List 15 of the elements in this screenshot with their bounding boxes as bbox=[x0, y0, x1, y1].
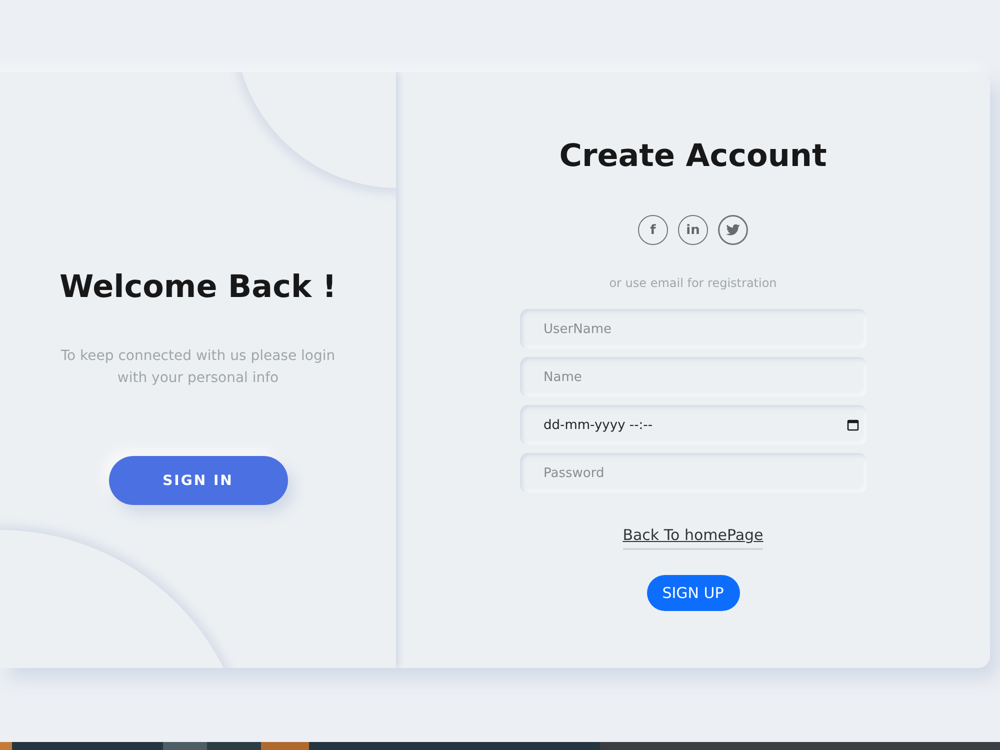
bird-icon[interactable] bbox=[718, 215, 748, 245]
sign-up-button[interactable]: SIGN UP bbox=[646, 575, 740, 611]
text-field[interactable]: Name bbox=[520, 357, 866, 397]
welcome-title: Welcome Back ! bbox=[59, 268, 336, 306]
date-time-field[interactable]: dd-mm-yyyy --:-- bbox=[520, 405, 866, 445]
text-field[interactable]: UserName bbox=[520, 309, 866, 349]
calendar-icon[interactable] bbox=[846, 419, 858, 431]
password-field[interactable]: Password bbox=[520, 453, 866, 493]
sign-in-button[interactable]: SIGN IN bbox=[108, 456, 288, 505]
signup-title: Create Account bbox=[559, 137, 827, 175]
back-to-homepage-link[interactable]: Back To homePage bbox=[622, 525, 764, 550]
social-button[interactable]: f bbox=[638, 215, 668, 245]
welcome-description: To keep connected with us please login with your personal info bbox=[60, 347, 336, 388]
social-button[interactable]: in bbox=[678, 215, 708, 245]
registration-hint: or use email for registration bbox=[609, 275, 777, 292]
